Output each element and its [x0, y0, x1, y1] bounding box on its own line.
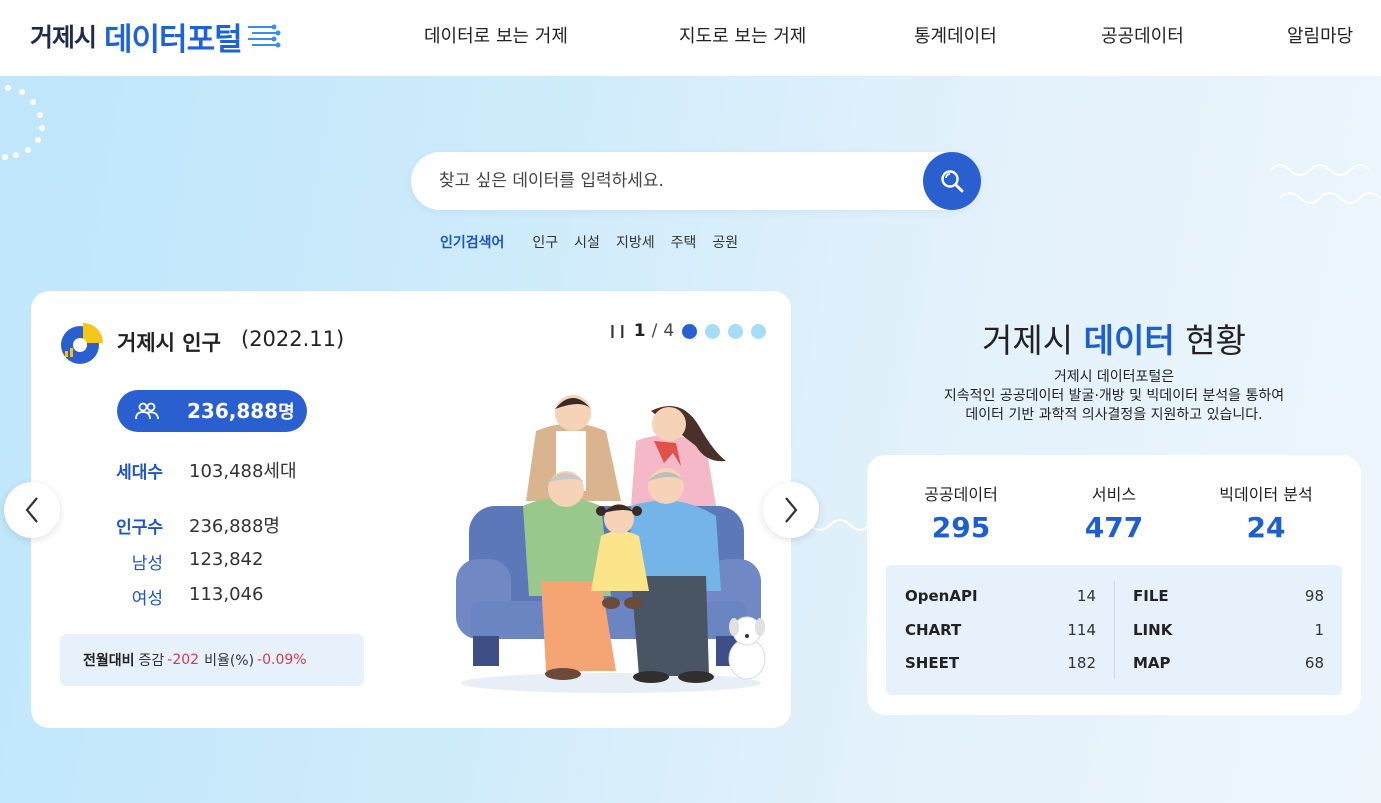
population-date: (2022.11) — [241, 327, 345, 351]
type-file-label: FILE — [1133, 587, 1169, 605]
keyword-park[interactable]: 공원 — [712, 232, 738, 252]
pager-dot-1[interactable] — [682, 323, 698, 339]
nav-data-geoje[interactable]: 데이터로 보는 거제 — [424, 22, 568, 48]
stat-public-data-value: 295 — [931, 511, 991, 544]
keyword-population[interactable]: 인구 — [532, 232, 558, 252]
search-button[interactable] — [923, 152, 981, 210]
population-label: 인구수 — [116, 518, 163, 538]
type-link-count: 1 — [1314, 621, 1324, 639]
status-desc-line3: 데이터 기반 과학적 의사결정을 지원하고 있습니다. — [965, 407, 1263, 423]
stat-public-data-label: 공공데이터 — [924, 485, 998, 504]
type-chart-label: CHART — [905, 621, 962, 639]
search-bar — [411, 152, 981, 210]
popular-keywords-title: 인기검색어 — [440, 235, 505, 251]
increase-label: 증감 — [138, 653, 165, 669]
logo-text-city: 거제시 — [30, 23, 97, 52]
type-sheet-label: SHEET — [905, 654, 960, 672]
keyword-facility[interactable]: 시설 — [574, 232, 600, 252]
monthly-change-box: 전월대비 증감 -202 비율(%) -0.09% — [60, 634, 364, 686]
nav-statistics[interactable]: 통계데이터 — [914, 22, 997, 48]
total-population-badge: 236,888 명 — [117, 390, 307, 432]
type-map-count: 68 — [1304, 654, 1324, 672]
pager-dot-2[interactable] — [705, 323, 721, 339]
nav-notices[interactable]: 알림마당 — [1287, 22, 1353, 48]
pager-total: 4 — [663, 321, 675, 341]
keyword-housing[interactable]: 주택 — [671, 232, 697, 252]
population-title: 거제시 인구 — [117, 331, 221, 355]
total-population-unit: 명 — [278, 402, 295, 423]
data-type-breakdown: OpenAPI 14 CHART 114 SHEET 182 FILE 98 L… — [886, 565, 1342, 695]
pager-dot-4[interactable] — [751, 323, 767, 339]
status-title-pre: 거제시 — [982, 321, 1074, 360]
male-value: 123,842 — [189, 549, 264, 570]
decorative-dots — [2, 85, 45, 160]
population-card: 거제시 인구 (2022.11) ❙❙ 1 / 4 236,888 명 세대수 … — [31, 291, 791, 728]
status-title-post: 현황 — [1185, 321, 1246, 360]
popular-keywords: 인기검색어 인구 시설 지방세 주택 공원 — [440, 232, 754, 252]
households-label: 세대수 — [116, 463, 163, 483]
stat-bigdata[interactable]: 빅데이터 분석 24 — [1191, 481, 1341, 544]
households-value: 103,488세대 — [189, 461, 297, 482]
population-chart-icon — [61, 323, 103, 364]
ratio-value: -0.09% — [257, 652, 307, 668]
stat-services-label: 서비스 — [1091, 485, 1137, 504]
population-value: 236,888명 — [189, 516, 280, 537]
type-sheet-count: 182 — [1067, 654, 1096, 672]
stat-services[interactable]: 서비스 477 — [1039, 481, 1189, 544]
site-logo[interactable]: 거제시 데이터포털 — [30, 14, 282, 58]
female-value: 113,046 — [189, 584, 264, 605]
nav-public-data[interactable]: 공공데이터 — [1101, 22, 1184, 48]
header: 거제시 데이터포털 데이터로 보는 거제 지도로 보는 거제 통계데이터 공공데… — [0, 0, 1381, 76]
ratio-label: 비율(%) — [204, 653, 255, 669]
total-population-value: 236,888 — [187, 399, 279, 423]
logo-text-portal: 데이터포털 — [104, 21, 243, 58]
nav-map-geoje[interactable]: 지도로 보는 거제 — [679, 22, 806, 48]
carousel-prev-button[interactable] — [4, 482, 60, 538]
pager-dot-3[interactable] — [728, 323, 744, 339]
type-map-label: MAP — [1133, 654, 1171, 672]
type-link-label: LINK — [1133, 621, 1173, 639]
data-status-description: 거제시 데이터포털은 지속적인 공공데이터 발굴·개방 및 빅데이터 분석을 통… — [866, 368, 1362, 425]
family-illustration — [456, 395, 766, 693]
type-openapi-label: OpenAPI — [905, 587, 978, 605]
stat-bigdata-label: 빅데이터 분석 — [1219, 485, 1313, 504]
slide-pager: ❙❙ 1 / 4 — [607, 321, 774, 341]
chevron-left-icon — [25, 497, 38, 523]
data-status-card: 공공데이터 295 서비스 477 빅데이터 분석 24 OpenAPI 14 … — [867, 455, 1361, 715]
keyword-local-tax[interactable]: 지방세 — [616, 232, 655, 252]
search-input[interactable] — [439, 152, 919, 210]
breakdown-divider — [1114, 581, 1115, 679]
stat-services-value: 477 — [1084, 511, 1144, 544]
type-openapi-count: 14 — [1076, 587, 1096, 605]
stat-bigdata-value: 24 — [1246, 511, 1286, 544]
pager-separator: / — [651, 321, 658, 341]
carousel-next-button[interactable] — [763, 482, 819, 538]
increase-value: -202 — [167, 652, 200, 668]
people-icon — [135, 402, 159, 420]
status-desc-line2: 지속적인 공공데이터 발굴·개방 및 빅데이터 분석을 통하여 — [943, 388, 1285, 404]
type-chart-count: 114 — [1067, 621, 1096, 639]
pause-icon[interactable]: ❙❙ — [607, 324, 628, 339]
female-label: 여성 — [131, 589, 163, 609]
type-file-count: 98 — [1304, 587, 1324, 605]
status-title-highlight: 데이터 — [1083, 321, 1175, 360]
status-desc-line1: 거제시 데이터포털은 — [1053, 369, 1175, 385]
stat-public-data[interactable]: 공공데이터 295 — [886, 481, 1036, 544]
pager-current: 1 — [633, 321, 646, 341]
search-icon — [941, 170, 964, 193]
chevron-right-icon — [785, 497, 798, 523]
monthly-change-title: 전월대비 — [83, 653, 135, 669]
male-label: 남성 — [131, 554, 163, 574]
logo-circuit-icon — [247, 24, 281, 48]
data-status-title: 거제시 데이터 현황 — [866, 314, 1362, 362]
decorative-wave — [1270, 164, 1381, 204]
